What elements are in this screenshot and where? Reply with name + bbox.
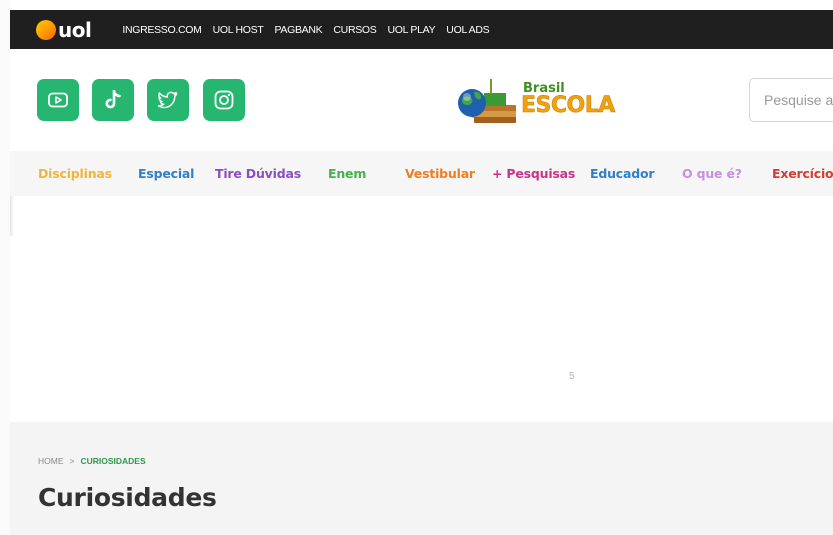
globe-books-icon bbox=[458, 79, 516, 123]
uol-top-nav: INGRESSO.COM UOL HOST PAGBANK CURSOS UOL… bbox=[122, 24, 489, 36]
uol-top-bar: uol INGRESSO.COM UOL HOST PAGBANK CURSOS… bbox=[10, 10, 833, 49]
breadcrumb-home-link[interactable]: HOME bbox=[38, 456, 64, 466]
tiktok-icon bbox=[105, 90, 121, 109]
nav-educador[interactable]: Educador bbox=[590, 166, 655, 181]
topnav-uol-play[interactable]: UOL PLAY bbox=[388, 24, 436, 36]
ad-edge-shadow bbox=[10, 196, 14, 236]
breadcrumb-current: CURIOSIDADES bbox=[80, 456, 146, 466]
uol-logo[interactable]: uol bbox=[36, 10, 92, 49]
ad-banner-area: 5 bbox=[10, 196, 833, 422]
breadcrumb: HOME > CURIOSIDADES bbox=[38, 456, 146, 466]
ad-label: 5 bbox=[569, 371, 575, 382]
breadcrumb-separator: > bbox=[69, 456, 75, 466]
youtube-button[interactable] bbox=[37, 79, 79, 121]
topnav-pagbank[interactable]: PAGBANK bbox=[274, 24, 322, 36]
site-header: Brasil ESCOLA bbox=[10, 49, 833, 151]
nav-vestibular[interactable]: Vestibular bbox=[405, 166, 475, 181]
page-edge bbox=[0, 0, 10, 535]
tiktok-button[interactable] bbox=[92, 79, 134, 121]
topnav-ingresso[interactable]: INGRESSO.COM bbox=[122, 24, 202, 36]
uol-logo-text: uol bbox=[58, 17, 92, 42]
twitter-button[interactable] bbox=[147, 79, 189, 121]
category-nav: Disciplinas Especial Tire Dúvidas Enem V… bbox=[10, 151, 833, 196]
topnav-uol-host[interactable]: UOL HOST bbox=[213, 24, 264, 36]
brasil-escola-logo[interactable]: Brasil ESCOLA bbox=[450, 71, 630, 131]
search-input[interactable] bbox=[749, 78, 833, 122]
page-title: Curiosidades bbox=[38, 483, 217, 512]
nav-enem[interactable]: Enem bbox=[328, 166, 366, 181]
uol-logo-icon bbox=[36, 19, 56, 40]
twitter-icon bbox=[158, 91, 178, 109]
topnav-cursos[interactable]: CURSOS bbox=[333, 24, 376, 36]
topnav-uol-ads[interactable]: UOL ADS bbox=[446, 24, 489, 36]
nav-especial[interactable]: Especial bbox=[138, 166, 194, 181]
instagram-button[interactable] bbox=[203, 79, 245, 121]
nav-tire-duvidas[interactable]: Tire Dúvidas bbox=[215, 166, 301, 181]
nav-exercicios[interactable]: Exercícios bbox=[772, 166, 833, 181]
brand-escola-text: ESCOLA bbox=[521, 93, 616, 119]
nav-mais-pesquisas[interactable]: + Pesquisas bbox=[492, 166, 575, 181]
nav-disciplinas[interactable]: Disciplinas bbox=[38, 166, 112, 181]
nav-o-que-e[interactable]: O que é? bbox=[682, 166, 742, 181]
instagram-icon bbox=[214, 90, 234, 110]
youtube-icon bbox=[48, 92, 68, 108]
page-title-section: HOME > CURIOSIDADES Curiosidades bbox=[10, 422, 833, 535]
